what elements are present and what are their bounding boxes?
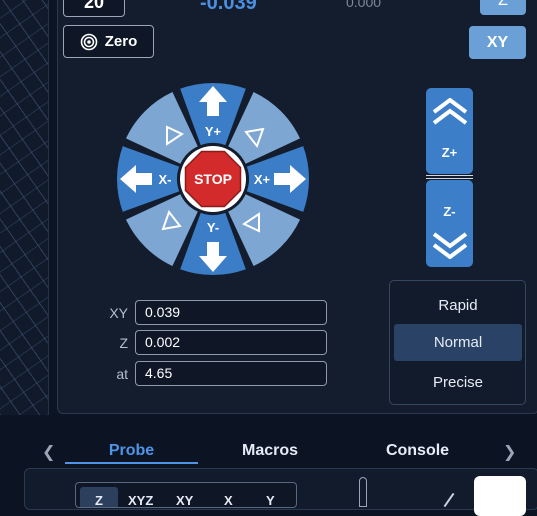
z-minus-label: Z- [443, 204, 456, 219]
position-readout: -0.039 [200, 0, 257, 14]
x-minus-label: X- [159, 172, 172, 187]
z-plus-button[interactable]: Z+ [426, 88, 473, 174]
speed-selector: Rapid Normal Precise [389, 280, 526, 405]
speed-rapid[interactable]: Rapid [394, 287, 522, 324]
zero-label: Zero [104, 33, 138, 50]
feed-input[interactable]: 4.65 [135, 361, 327, 386]
xy-step-label: XY [109, 305, 128, 321]
secondary-readout: 0.000 [346, 0, 382, 10]
probe-axis-x[interactable]: X [224, 493, 233, 507]
double-chevron-up-icon [432, 98, 467, 125]
top-value-box[interactable]: 20 [63, 0, 125, 17]
probe-axis-xy[interactable]: XY [176, 493, 193, 507]
z-plus-label: Z+ [441, 145, 458, 160]
probe-preview [474, 476, 526, 516]
y-minus-label: Y- [207, 220, 219, 235]
active-tab-indicator [65, 462, 198, 464]
tab-console[interactable]: Console [350, 442, 485, 460]
zero-button[interactable]: Zero [63, 25, 154, 58]
probe-axis-selector: Z XYZ XY X Y [75, 482, 297, 508]
stop-label: STOP [194, 171, 232, 187]
jog-wheel: STOP Y+ Y- X- X+ [116, 82, 309, 275]
tab-probe[interactable]: Probe [65, 442, 198, 460]
chevron-right-icon[interactable]: ❯ [503, 442, 516, 462]
double-chevron-down-icon [432, 232, 467, 259]
z-minus-button[interactable]: Z- [426, 180, 473, 267]
x-plus-label: X+ [254, 172, 271, 187]
probe-axis-xyz[interactable]: XYZ [128, 493, 153, 507]
tab-macros[interactable]: Macros [220, 442, 320, 460]
probe-axis-z[interactable]: Z [80, 487, 118, 507]
chevron-left-icon[interactable]: ❮ [42, 442, 55, 462]
z-axis-button[interactable]: Z [480, 0, 526, 15]
visualizer-grid [0, 0, 49, 415]
target-icon [80, 33, 98, 50]
xy-button[interactable]: XY [469, 26, 526, 59]
z-step-label: Z [119, 335, 128, 351]
probe-pin-icon [359, 477, 367, 507]
xy-step-input[interactable]: 0.039 [135, 300, 327, 325]
z-separator [426, 175, 473, 179]
speed-precise[interactable]: Precise [394, 364, 522, 401]
feed-label: at [116, 366, 128, 382]
speed-normal[interactable]: Normal [394, 324, 522, 361]
y-plus-label: Y+ [205, 124, 222, 139]
probe-axis-y[interactable]: Y [266, 493, 275, 507]
z-step-input[interactable]: 0.002 [135, 330, 327, 355]
